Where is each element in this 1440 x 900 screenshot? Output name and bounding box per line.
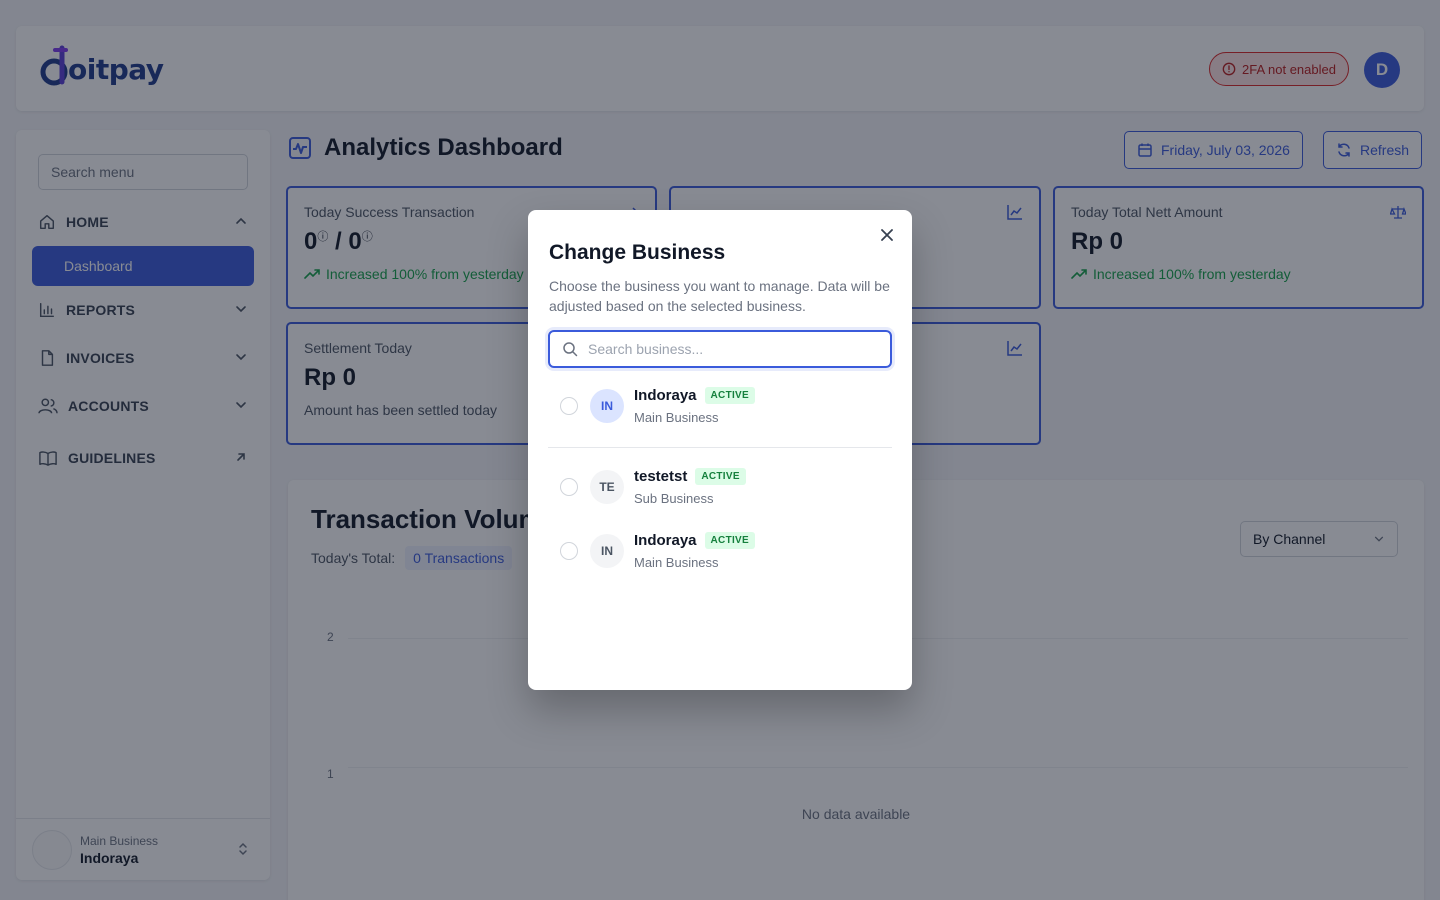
business-initials-avatar: IN: [590, 389, 624, 423]
search-icon: [563, 342, 578, 357]
business-option-type: Sub Business: [634, 491, 714, 506]
business-radio[interactable]: [560, 542, 578, 560]
business-option[interactable]: IN Indoraya ACTIVE Main Business: [548, 378, 892, 434]
business-option[interactable]: TE testetst ACTIVE Sub Business: [548, 459, 892, 515]
business-search-field[interactable]: [548, 330, 892, 368]
business-option-name: testetst: [634, 468, 688, 485]
business-search-input[interactable]: [588, 341, 878, 357]
business-initials-avatar: IN: [590, 534, 624, 568]
change-business-modal: Change Business Choose the business you …: [528, 210, 912, 690]
close-icon[interactable]: [878, 226, 896, 244]
status-badge: ACTIVE: [695, 468, 746, 485]
business-option-name: Indoraya: [634, 532, 697, 549]
modal-description: Choose the business you want to manage. …: [549, 278, 890, 314]
status-badge: ACTIVE: [704, 387, 756, 404]
status-badge: ACTIVE: [704, 532, 756, 549]
business-radio[interactable]: [560, 478, 578, 496]
business-initials-avatar: TE: [590, 470, 624, 504]
business-option-name: Indoraya: [634, 387, 697, 404]
business-option[interactable]: IN Indoraya ACTIVE Main Business: [548, 523, 892, 579]
business-radio[interactable]: [560, 397, 578, 415]
business-option-type: Main Business: [634, 410, 719, 425]
modal-title: Change Business: [549, 241, 726, 264]
business-option-type: Main Business: [634, 555, 719, 570]
divider: [548, 447, 892, 448]
